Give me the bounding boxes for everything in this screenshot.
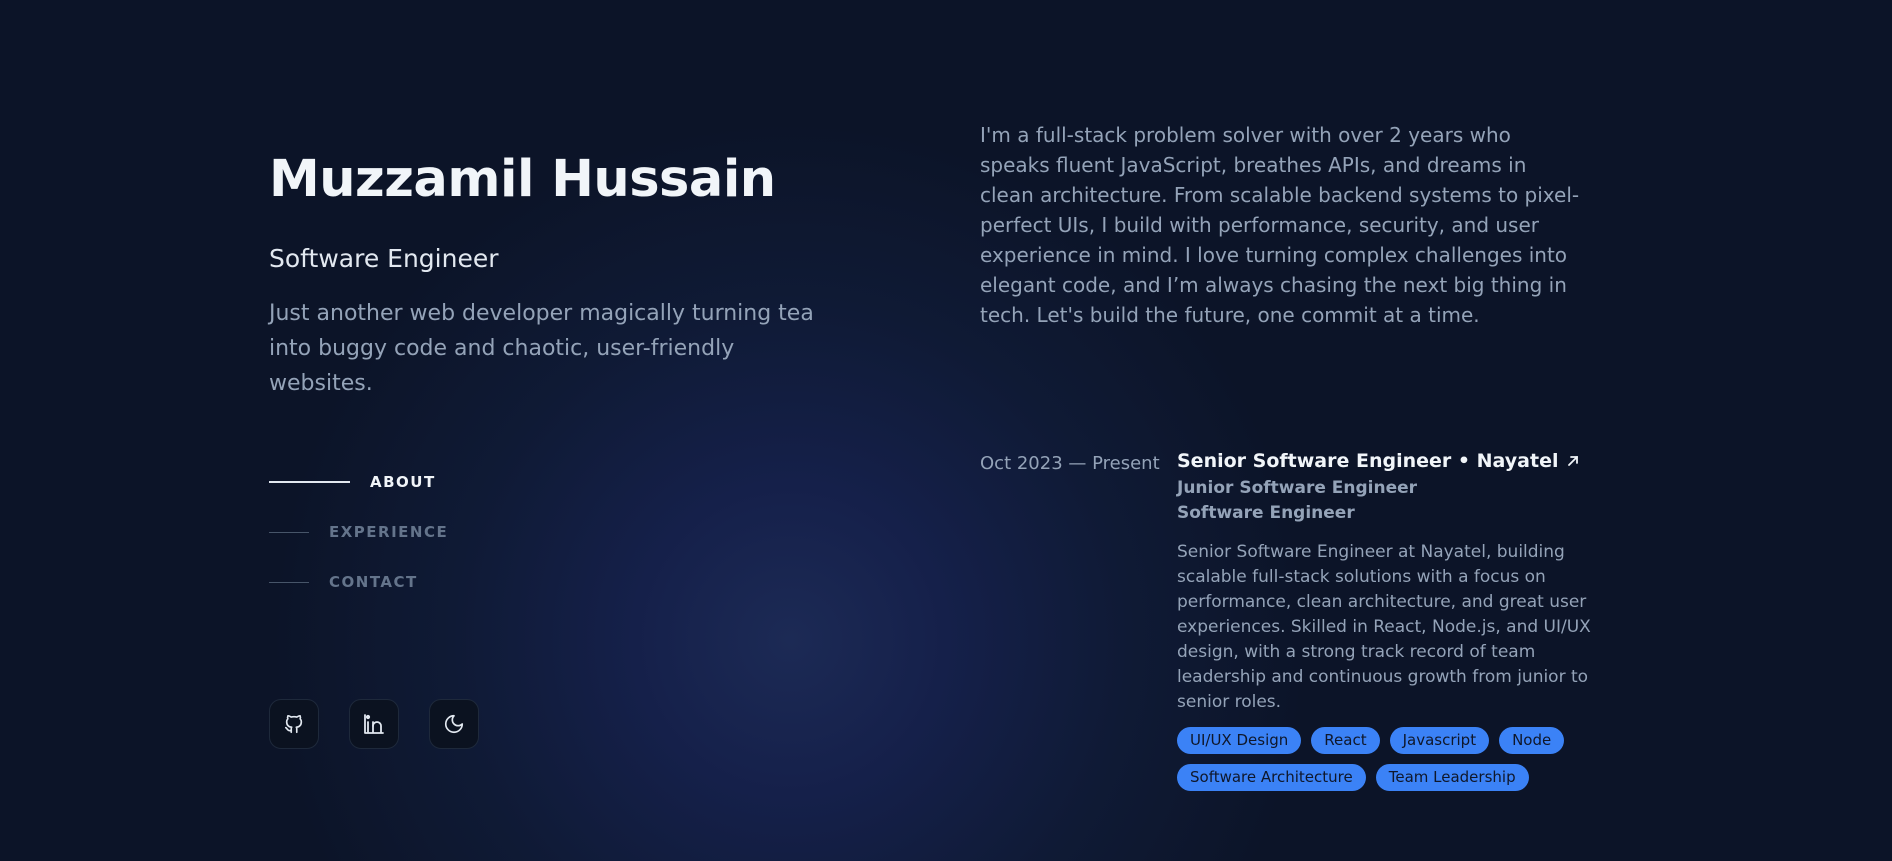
experience-title: Senior Software Engineer • Nayatel: [1177, 450, 1559, 472]
github-button[interactable]: [269, 699, 319, 749]
experience-body: Senior Software Engineer • Nayatel Junio…: [1177, 450, 1601, 801]
skill-tag: React: [1311, 727, 1380, 754]
experience-date: Oct 2023 — Present: [980, 453, 1160, 474]
skill-tag: Software Architecture: [1177, 764, 1366, 791]
skill-tag: Team Leadership: [1375, 764, 1529, 791]
skill-tag: UI/UX Design: [1177, 727, 1302, 754]
skill-tag: Javascript: [1389, 727, 1490, 754]
nav-item-label: EXPERIENCE: [329, 523, 449, 541]
profile-tagline: Just another web developer magically tur…: [269, 301, 814, 396]
profile-name: Muzzamil Hussain: [269, 150, 776, 209]
nav-item-label: CONTACT: [329, 573, 418, 591]
linkedin-icon: [364, 714, 384, 734]
nav-item-contact[interactable]: CONTACT: [269, 570, 448, 594]
skill-tag: Node: [1499, 727, 1565, 754]
about-paragraph: I'm a full-stack problem solver with ove…: [980, 123, 1580, 327]
previous-role: Junior Software Engineer: [1177, 478, 1418, 498]
arrow-up-right-icon: [1568, 456, 1579, 466]
nav-indicator-line: [269, 581, 309, 583]
github-icon: [284, 714, 303, 734]
moon-icon: [444, 714, 464, 734]
nav-indicator-line: [269, 481, 350, 483]
profile-role: Software Engineer: [269, 244, 499, 273]
linkedin-button[interactable]: [349, 699, 399, 749]
nav-indicator-line: [269, 531, 309, 533]
section-nav: ABOUT EXPERIENCE CONTACT: [269, 470, 448, 620]
nav-item-label: ABOUT: [370, 473, 436, 491]
previous-role: Software Engineer: [1177, 503, 1355, 523]
experience-description: Senior Software Engineer at Nayatel, bui…: [1177, 542, 1591, 712]
social-links: [269, 699, 509, 749]
nav-item-experience[interactable]: EXPERIENCE: [269, 520, 448, 544]
nav-item-about[interactable]: ABOUT: [269, 470, 448, 494]
experience-title-link[interactable]: Senior Software Engineer • Nayatel: [1177, 450, 1601, 472]
skill-tags: UI/UX Design React Javascript Node Softw…: [1177, 727, 1617, 801]
theme-toggle-button[interactable]: [429, 699, 479, 749]
